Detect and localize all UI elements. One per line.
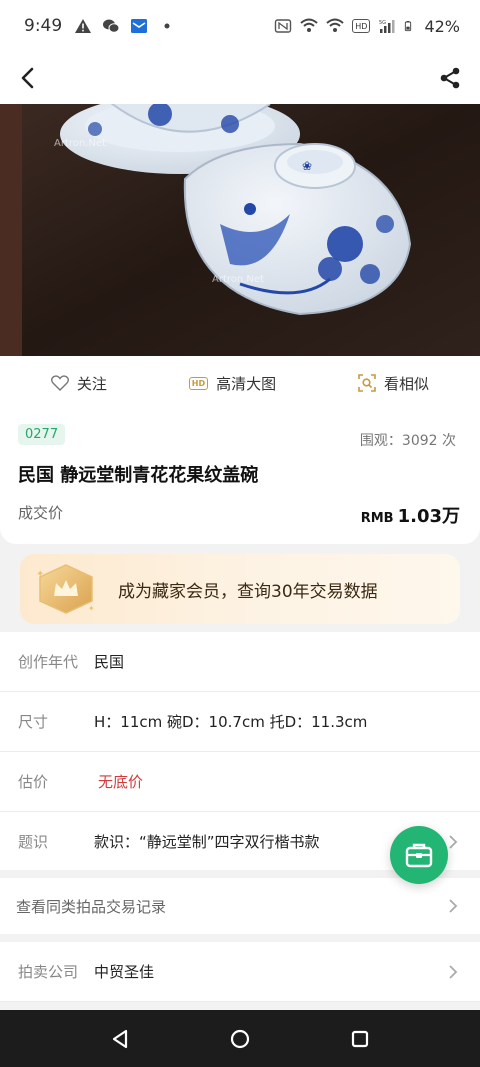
lot-number-badge: 0277 [18,424,66,445]
detail-list: 创作年代 民国 尺寸 H：11cm 碗D：10.7cm 托D：11.3cm 估价… [0,632,480,1002]
action-bar: 关注 HD 高清大图 看相似 [0,356,480,410]
warning-icon [75,19,92,33]
follow-button[interactable]: 关注 [50,373,107,394]
back-arrow-icon [21,67,34,89]
detail-value: H：11cm 碗D：10.7cm 托D：11.3cm [94,713,368,731]
battery-icon [405,21,412,32]
toolbox-fab[interactable] [390,826,448,884]
member-banner-text: 成为藏家会员，查询30年交易数据 [118,581,378,602]
system-nav-bar [0,1010,480,1067]
hd-badge-icon: HD [188,376,209,390]
porcelain-mark: ❀ [302,159,312,173]
signal-icon: 5G [379,20,395,33]
hd-image-button[interactable]: HD 高清大图 [188,373,277,394]
item-info-card: 0277 围观：3092 次 民国 静远堂制青花花果纹盖碗 成交价 RMB 1.0… [0,410,480,544]
svg-text:✦: ✦ [36,569,44,580]
watermark-text: Artron.Net [54,138,106,149]
crown-badge-icon: ✦ ✦ [36,564,95,614]
share-button[interactable] [434,62,466,94]
heart-icon [50,375,69,391]
watermark-text: Artron.Net [212,274,264,285]
status-time: 9:49 [24,16,63,36]
detail-label: 题识 [18,832,49,851]
briefcase-icon [405,843,433,868]
item-title: 民国 静远堂制青花花果纹盖碗 [18,465,259,486]
detail-value: 民国 [94,653,125,671]
system-recents-button[interactable] [340,1019,380,1059]
chevron-right-icon [449,899,458,913]
detail-label: 估价 [18,773,49,791]
chevron-right-icon [449,965,458,979]
battery-percent: 42% [424,16,460,36]
detail-row-period: 创作年代 民国 [0,632,480,692]
system-home-button[interactable] [220,1019,260,1059]
share-icon [440,67,460,89]
status-bar: 9:49 HD 5G 42% [0,0,480,52]
wechat-icon [103,19,120,33]
detail-label: 创作年代 [18,653,79,671]
find-similar-button[interactable]: 看相似 [358,373,429,394]
detail-value: 无底价 [98,773,144,791]
auction-house-row[interactable]: 拍卖公司 中贸圣佳 [0,942,480,1002]
currency-label: RMB [360,511,394,526]
deal-price: RMB 1.03万 [361,502,460,528]
system-back-button[interactable] [100,1019,140,1059]
find-similar-label: 看相似 [384,374,430,393]
triangle-back-icon [112,1029,128,1048]
similar-records-link[interactable]: 查看同类拍品交易记录 [0,878,480,934]
scan-search-icon [358,374,376,392]
detail-label: 尺寸 [18,713,49,731]
chevron-right-icon [449,835,458,849]
deal-price-value: 1.03万 [397,506,460,527]
detail-value: 款识：“静远堂制”四字双行楷书款 [94,832,320,851]
detail-row-size: 尺寸 H：11cm 碗D：10.7cm 托D：11.3cm [0,692,480,752]
svg-text:✦: ✦ [88,604,95,613]
detail-label: 拍卖公司 [18,963,79,981]
signal-5g-label: 5G [379,20,386,26]
deal-price-label: 成交价 [18,504,64,522]
hd-image-label: 高清大图 [216,374,277,393]
circle-home-icon [230,1029,250,1048]
auction-house-name: 中贸圣佳 [94,963,155,981]
wifi-icon [326,18,344,32]
dot-icon [164,23,170,29]
hero-image[interactable]: ❀ Artron.Net Artron.Net [0,104,480,356]
wifi-icon [300,18,318,32]
member-banner[interactable]: ✦ ✦ 成为藏家会员，查询30年交易数据 [20,554,460,624]
hd-icon: HD [352,19,371,33]
detail-row-estimate: 估价 无底价 [0,752,480,812]
mail-icon [131,19,148,33]
back-button[interactable] [12,62,44,94]
nfc-icon [275,19,292,33]
section-divider [0,934,480,942]
porcelain-bowls-image: ❀ Artron.Net Artron.Net [0,104,480,356]
follow-label: 关注 [76,374,107,393]
nav-bar [0,52,480,104]
view-count: 围观：3092 次 [359,433,456,449]
square-recents-icon [351,1030,369,1047]
similar-records-label: 查看同类拍品交易记录 [16,897,167,916]
